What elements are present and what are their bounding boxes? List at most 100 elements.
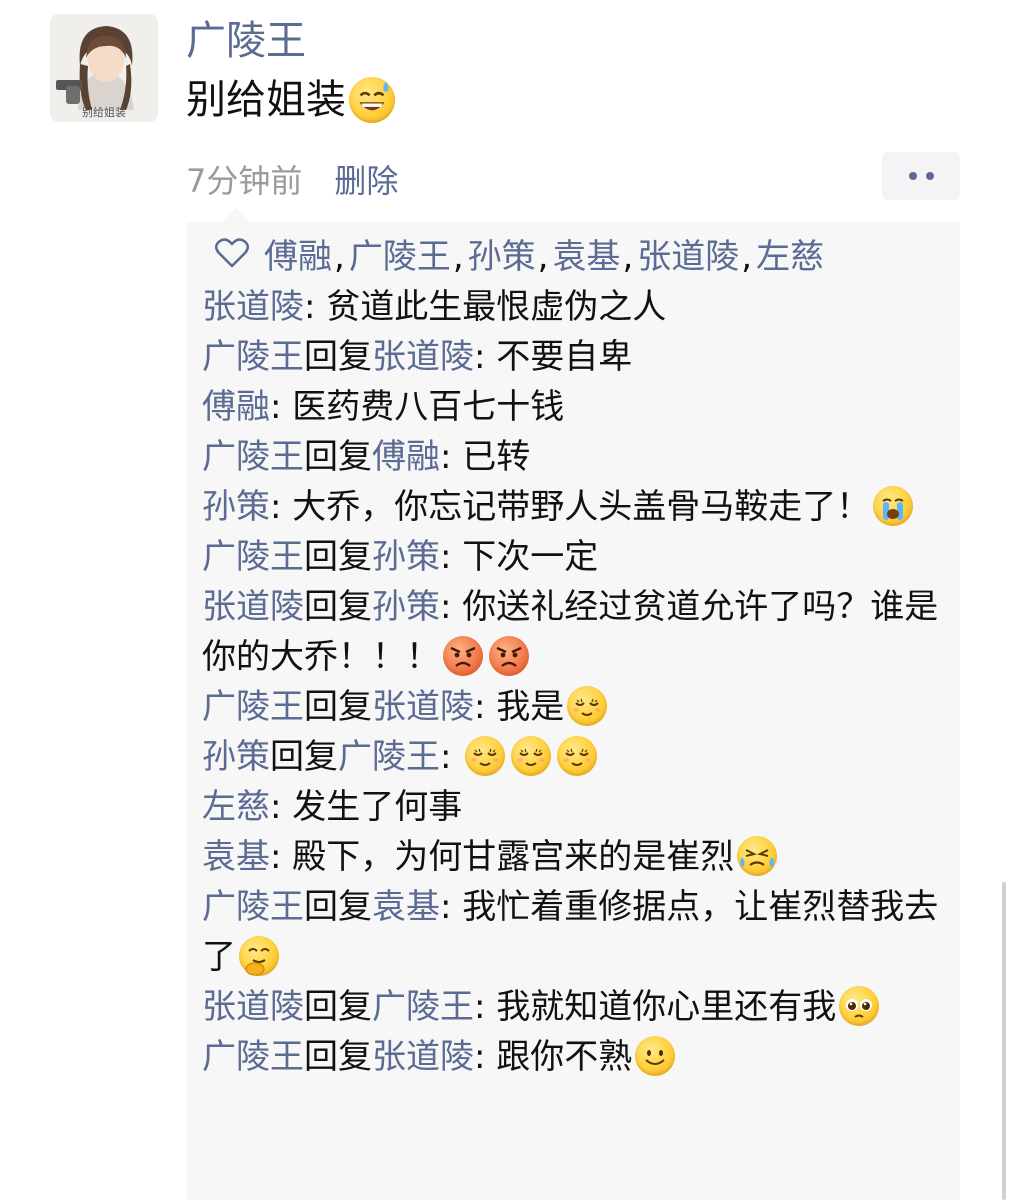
like-name[interactable]: 左慈 bbox=[756, 237, 824, 277]
comment-text: 大乔，你忘记带野人头盖骨马鞍走了！ bbox=[292, 487, 871, 527]
like-name[interactable]: 张道陵 bbox=[637, 237, 739, 277]
comment-colon: : bbox=[474, 987, 497, 1027]
comment[interactable]: 张道陵回复孙策: 你送礼经过贫道允许了吗？谁是你的大乔！！！ bbox=[202, 582, 952, 682]
like-name[interactable]: 傅融 bbox=[264, 237, 332, 277]
comment-colon: : bbox=[440, 887, 463, 927]
like-separator: , bbox=[741, 236, 753, 277]
angry-emoji bbox=[443, 636, 483, 676]
comment-list: 张道陵: 贫道此生最恨虚伪之人 广陵王回复张道陵: 不要自卑 傅融: 医药费八百七十… bbox=[202, 282, 952, 1082]
crying-emoji bbox=[873, 486, 914, 526]
like-name[interactable]: 广陵王 bbox=[349, 237, 451, 277]
like-separator: , bbox=[452, 236, 464, 277]
reply-target[interactable]: 张道陵 bbox=[372, 337, 474, 377]
reply-target[interactable]: 广陵王 bbox=[372, 987, 474, 1027]
reply-word: 回复 bbox=[304, 437, 372, 477]
avatar-caption: 别给姐装 bbox=[82, 106, 126, 119]
reply-word: 回复 bbox=[304, 587, 372, 627]
comment-author[interactable]: 广陵王 bbox=[202, 537, 304, 577]
angry-emoji bbox=[489, 636, 529, 676]
comment[interactable]: 袁基: 殿下，为何甘露宫来的是崔烈 bbox=[202, 832, 952, 882]
comment-colon: : bbox=[440, 437, 463, 477]
reply-word: 回复 bbox=[304, 987, 372, 1027]
comment-author[interactable]: 广陵王 bbox=[202, 887, 304, 927]
panel-arrow bbox=[222, 208, 250, 222]
smug-emoji bbox=[557, 736, 598, 776]
like-name[interactable]: 袁基 bbox=[552, 237, 620, 277]
comment-author[interactable]: 傅融 bbox=[202, 387, 270, 427]
delete-link[interactable]: 删除 bbox=[334, 156, 398, 202]
reply-word: 回复 bbox=[304, 1037, 372, 1077]
comment-author[interactable]: 广陵王 bbox=[202, 1037, 304, 1077]
comment-text: 跟你不熟 bbox=[496, 1037, 633, 1077]
post-meta: 7分钟前 删除 bbox=[186, 152, 960, 202]
comment-author[interactable]: 孙策 bbox=[202, 737, 270, 777]
reply-target[interactable]: 张道陵 bbox=[372, 1037, 474, 1077]
comment-author[interactable]: 张道陵 bbox=[202, 587, 304, 627]
comment[interactable]: 广陵王回复张道陵: 我是 bbox=[202, 682, 952, 732]
reply-target[interactable]: 张道陵 bbox=[372, 687, 474, 727]
comment-text: 殿下，为何甘露宫来的是崔烈 bbox=[292, 837, 735, 877]
moments-post: 别给姐装 广陵王 别给姐装 7分钟前 删除 傅融, 广陵王, 孙策, 袁基, 张… bbox=[0, 0, 1017, 1200]
comment[interactable]: 孙策: 大乔，你忘记带野人头盖骨马鞍走了！ bbox=[202, 482, 952, 532]
reply-target[interactable]: 傅融 bbox=[372, 437, 440, 477]
comment[interactable]: 广陵王回复张道陵: 不要自卑 bbox=[202, 332, 952, 382]
comment-colon: : bbox=[474, 337, 497, 377]
comment-text: 下次一定 bbox=[462, 537, 599, 577]
reply-target[interactable]: 孙策 bbox=[372, 537, 440, 577]
interactions-panel: 傅融, 广陵王, 孙策, 袁基, 张道陵, 左慈 张道陵: 贫道此生最恨虚伪之人 广陵王回复… bbox=[186, 208, 960, 1200]
comment[interactable]: 张道陵: 贫道此生最恨虚伪之人 bbox=[202, 282, 952, 332]
post-text-content: 别给姐装 bbox=[186, 77, 346, 123]
comment-author[interactable]: 广陵王 bbox=[202, 687, 304, 727]
comment-text: 医药费八百七十钱 bbox=[292, 387, 565, 427]
comment[interactable]: 广陵王回复孙策: 下次一定 bbox=[202, 532, 952, 582]
smug-emoji bbox=[511, 736, 552, 776]
reply-word: 回复 bbox=[270, 737, 338, 777]
poster-name[interactable]: 广陵王 bbox=[186, 14, 306, 68]
comment-text: 不要自卑 bbox=[496, 337, 633, 377]
comment[interactable]: 张道陵回复广陵王: 我就知道你心里还有我 bbox=[202, 982, 952, 1032]
heart-icon bbox=[214, 238, 250, 268]
scrollbar[interactable] bbox=[1002, 882, 1006, 1200]
comment[interactable]: 广陵王回复张道陵: 跟你不熟 bbox=[202, 1032, 952, 1082]
comment-colon: : bbox=[270, 787, 293, 827]
comment-author[interactable]: 广陵王 bbox=[202, 337, 304, 377]
sweat-smile-emoji bbox=[349, 77, 395, 123]
comment-colon: : bbox=[270, 837, 293, 877]
comment-colon: : bbox=[440, 537, 463, 577]
comment-author[interactable]: 孙策 bbox=[202, 487, 270, 527]
comment-author[interactable]: 左慈 bbox=[202, 787, 270, 827]
like-separator: , bbox=[622, 236, 634, 277]
comment-colon: : bbox=[270, 487, 293, 527]
dot-icon bbox=[925, 172, 934, 180]
comment-author[interactable]: 广陵王 bbox=[202, 437, 304, 477]
comment-colon: : bbox=[304, 287, 327, 327]
comment-author[interactable]: 张道陵 bbox=[202, 287, 304, 327]
likes-names: 傅融, 广陵王, 孙策, 袁基, 张道陵, 左慈 bbox=[264, 229, 824, 278]
like-name[interactable]: 孙策 bbox=[468, 237, 536, 277]
reply-target[interactable]: 孙策 bbox=[372, 587, 440, 627]
tears-of-frustration-emoji bbox=[737, 836, 778, 876]
dot-icon bbox=[908, 172, 917, 180]
avatar[interactable]: 别给姐装 bbox=[50, 14, 158, 122]
comment[interactable]: 广陵王回复袁基: 我忙着重修据点，让崔烈替我去了 bbox=[202, 882, 952, 982]
reply-target[interactable]: 袁基 bbox=[372, 887, 440, 927]
comment-author[interactable]: 张道陵 bbox=[202, 987, 304, 1027]
reply-word: 回复 bbox=[304, 687, 372, 727]
reply-word: 回复 bbox=[304, 537, 372, 577]
comment-text: 我是 bbox=[496, 687, 565, 727]
comment[interactable]: 傅融: 医药费八百七十钱 bbox=[202, 382, 952, 432]
comment[interactable]: 左慈: 发生了何事 bbox=[202, 782, 952, 832]
comment-text: 已转 bbox=[462, 437, 531, 477]
comment[interactable]: 孙策回复广陵王: bbox=[202, 732, 952, 782]
comment-colon: : bbox=[440, 737, 463, 777]
pleading-emoji bbox=[839, 986, 880, 1026]
like-separator: , bbox=[537, 236, 549, 277]
comment-author[interactable]: 袁基 bbox=[202, 837, 270, 877]
comment-text: 我就知道你心里还有我 bbox=[496, 987, 837, 1027]
comment-colon: : bbox=[270, 387, 293, 427]
comment[interactable]: 广陵王回复傅融: 已转 bbox=[202, 432, 952, 482]
more-options-button[interactable] bbox=[882, 152, 960, 200]
reply-target[interactable]: 广陵王 bbox=[338, 737, 440, 777]
comment-colon: : bbox=[474, 687, 497, 727]
like-separator: , bbox=[334, 236, 345, 277]
